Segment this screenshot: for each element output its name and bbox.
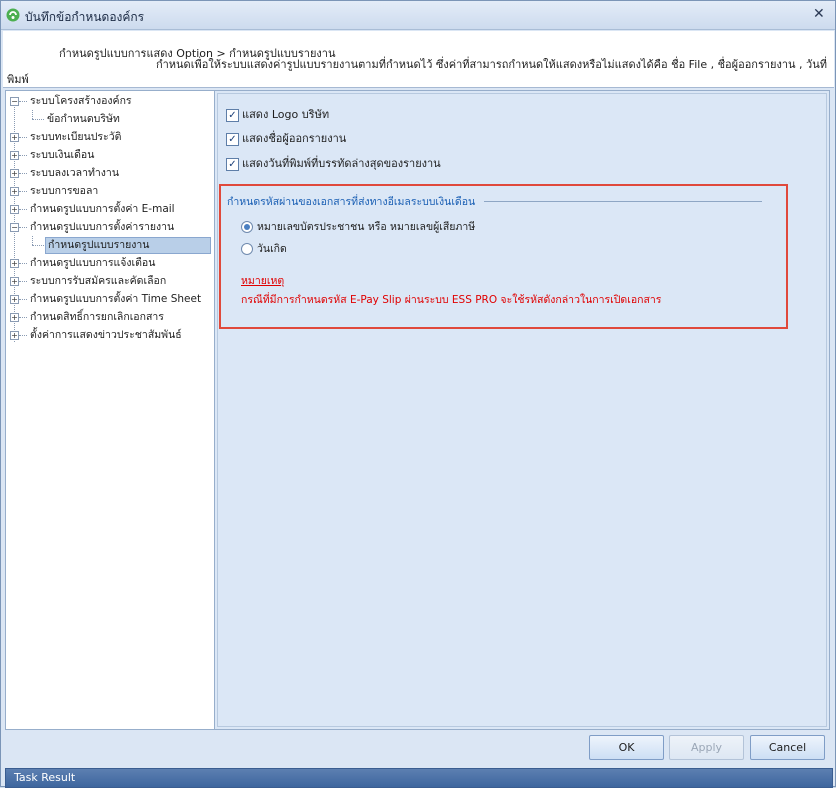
page-description: กำหนดเพื่อให้ระบบแสดงค่ารูปแบบรายงานตามท… [7,57,827,87]
tree-item-label: กำหนดรูปแบบการตั้งค่ารายงาน [30,221,175,233]
expand-icon[interactable]: + [10,151,19,160]
title-bar[interactable]: บันทึกข้อกำหนดองค์กร ✕ [1,1,835,30]
expand-icon[interactable]: + [10,331,19,340]
tree-item-recruitment[interactable]: + ระบบการรับสมัครและคัดเลือก [10,273,210,290]
task-result-bar[interactable]: Task Result [5,768,833,788]
dialog-window: บันทึกข้อกำหนดองค์กร ✕ กำหนดรูปแบบการแสด… [0,0,836,788]
tree-item-label: ระบบโครงสร้างองค์กร [30,95,132,107]
tree-item-time-sheet[interactable]: + กำหนดรูปแบบการตั้งค่า Time Sheet [10,291,210,308]
tree-item-company-rules[interactable]: ข้อกำหนดบริษัท [10,111,210,128]
settings-tree: − ระบบโครงสร้างองค์กร ข้อกำหนดบริษัท + ร… [5,90,215,730]
note-title: หมายเหตุ [241,275,285,287]
tree-item-email-settings[interactable]: + กำหนดรูปแบบการตั้งค่า E-mail [10,201,210,218]
group-divider [484,201,762,202]
radio-id-card[interactable] [241,221,253,233]
tree-item-label: ระบบการขอลา [30,185,99,197]
collapse-icon[interactable]: − [10,223,19,232]
cancel-button[interactable]: Cancel [750,735,825,760]
show-reporter-label: แสดงชื่อผู้ออกรายงาน [242,132,347,145]
show-reporter-checkbox[interactable]: ✓ [226,133,239,146]
tree-item-label: ตั้งค่าการแสดงข่าวประชาสัมพันธ์ [30,329,182,341]
tree-item-label: กำหนดสิทธิ์การยกเลิกเอกสาร [30,311,164,323]
expand-icon[interactable]: + [10,187,19,196]
radio-birthdate[interactable] [241,243,253,255]
note-text: กรณีที่มีการกำหนดรหัส E-Pay Slip ผ่านระบ… [241,294,662,306]
tree-item-label: กำหนดรูปแบบการตั้งค่า E-mail [30,203,175,215]
group-title: กำหนดรหัสผ่านของเอกสารที่ส่งทางอีเมลระบบ… [227,196,476,208]
tree-item-payroll[interactable]: + ระบบเงินเดือน [10,147,210,164]
expand-icon[interactable]: + [10,169,19,178]
description-text-continued: พิมพ์ [7,73,29,86]
tree-item-label: กำหนดรูปแบบการตั้งค่า Time Sheet [30,293,202,305]
expand-icon[interactable]: + [10,133,19,142]
tree-item-leave[interactable]: + ระบบการขอลา [10,183,210,200]
apply-button[interactable]: Apply [669,735,744,760]
radio-id-card-label: หมายเลขบัตรประชาชน หรือ หมายเลขผู้เสียภา… [257,221,476,233]
page-header: กำหนดรูปแบบการแสดง Option > กำหนดรูปแบบร… [3,31,834,88]
tree-item-label: ข้อกำหนดบริษัท [47,113,120,125]
show-print-date-label: แสดงวันที่พิมพ์ที่บรรทัดล่างสุดของรายงาน [242,157,441,170]
expand-icon[interactable]: + [10,277,19,286]
tree-item-label: ระบบการรับสมัครและคัดเลือก [30,275,167,287]
expand-icon[interactable]: + [10,295,19,304]
collapse-icon[interactable]: − [10,97,19,106]
tree-item-label: ระบบลงเวลาทำงาน [30,167,120,179]
show-print-date-checkbox[interactable]: ✓ [226,158,239,171]
tree-item-org-structure[interactable]: − ระบบโครงสร้างองค์กร [10,93,210,110]
tree-item-news-settings[interactable]: + ตั้งค่าการแสดงข่าวประชาสัมพันธ์ [10,327,210,344]
tree-item-cancel-rights[interactable]: + กำหนดสิทธิ์การยกเลิกเอกสาร [10,309,210,326]
button-bar: OK Apply Cancel [3,730,834,766]
show-logo-label: แสดง Logo บริษัท [242,108,330,121]
description-text: กำหนดเพื่อให้ระบบแสดงค่ารูปแบบรายงานตามท… [155,58,827,71]
tree-item-label-selected: กำหนดรูปแบบรายงาน [45,237,211,254]
task-result-label: Task Result [14,771,76,784]
tree-item-label: กำหนดรูปแบบการแจ้งเตือน [30,257,156,269]
app-logo-icon [6,8,20,22]
tree-item-notifications[interactable]: + กำหนดรูปแบบการแจ้งเตือน [10,255,210,272]
tree-item-report-format[interactable]: กำหนดรูปแบบรายงาน [10,237,212,254]
close-icon[interactable]: ✕ [813,6,825,22]
window-title: บันทึกข้อกำหนดองค์กร [25,10,145,24]
tree-item-label: ระบบเงินเดือน [30,149,95,161]
tree-item-personnel-records[interactable]: + ระบบทะเบียนประวัติ [10,129,210,146]
document-password-group: กำหนดรหัสผ่านของเอกสารที่ส่งทางอีเมลระบบ… [219,184,788,329]
tree-item-report-settings[interactable]: − กำหนดรูปแบบการตั้งค่ารายงาน [10,219,210,236]
tree-item-time-attendance[interactable]: + ระบบลงเวลาทำงาน [10,165,210,182]
ok-button[interactable]: OK [589,735,664,760]
tree-item-label: ระบบทะเบียนประวัติ [30,131,122,143]
radio-birthdate-label: วันเกิด [257,243,287,255]
expand-icon[interactable]: + [10,313,19,322]
expand-icon[interactable]: + [10,205,19,214]
show-logo-checkbox[interactable]: ✓ [226,109,239,122]
expand-icon[interactable]: + [10,259,19,268]
